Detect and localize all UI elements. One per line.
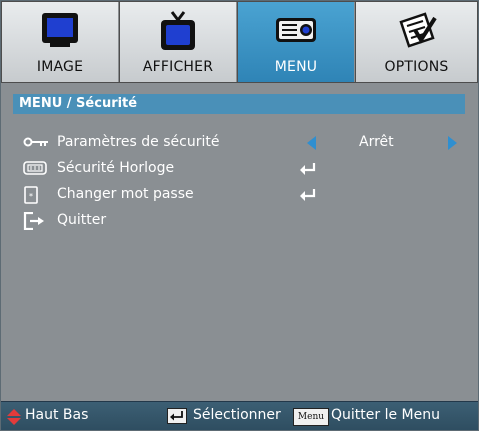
projector-icon <box>273 10 319 54</box>
svg-text:*: * <box>29 192 33 201</box>
monitor-icon <box>40 10 80 54</box>
tab-bar: IMAGE AFFICHER MENU OPTIONS <box>1 1 478 83</box>
arrow-right-icon[interactable] <box>447 135 457 154</box>
change-password-label: Changer mot passe <box>57 186 194 202</box>
menu-key-icon: Menu <box>293 408 329 426</box>
enter-key-icon <box>167 408 187 424</box>
security-timer-label: Sécurité Horloge <box>57 160 175 176</box>
footer-help-bar: Haut Bas Sélectionner Menu Quitter le Me… <box>1 401 478 430</box>
key-icon <box>23 134 49 153</box>
tv-icon <box>158 10 198 56</box>
security-settings-label: Paramètres de sécurité <box>57 134 220 150</box>
up-down-arrows-icon <box>7 409 21 425</box>
footer-quit-label: Quitter le Menu <box>331 407 440 423</box>
tab-afficher[interactable]: AFFICHER <box>120 2 237 82</box>
tab-options[interactable]: OPTIONS <box>356 2 477 82</box>
tab-menu-label: MENU <box>274 59 318 75</box>
menu-item-quit[interactable]: Quitter <box>23 210 463 231</box>
menu-item-change-password[interactable]: * Changer mot passe <box>23 184 463 204</box>
checklist-icon <box>395 10 439 56</box>
breadcrumb: MENU / Sécurité <box>13 94 465 114</box>
tab-image[interactable]: IMAGE <box>2 2 119 82</box>
menu-item-security-timer[interactable]: Sécurité Horloge <box>23 158 463 178</box>
enter-icon[interactable] <box>299 187 317 206</box>
tab-image-label: IMAGE <box>36 59 84 75</box>
enter-icon[interactable] <box>299 161 317 180</box>
arrow-left-icon[interactable] <box>307 135 317 154</box>
footer-nav-label: Haut Bas <box>25 407 89 423</box>
tab-afficher-label: AFFICHER <box>142 59 214 75</box>
quit-label: Quitter <box>57 212 107 228</box>
clock-display-icon <box>23 160 47 179</box>
exit-door-icon <box>23 211 45 234</box>
security-settings-value: Arrêt <box>359 134 394 150</box>
projector-osd-window: IMAGE AFFICHER MENU OPTIONS MENU / Sécur… <box>0 0 479 431</box>
tab-options-label: OPTIONS <box>384 59 449 75</box>
password-card-icon: * <box>23 186 39 208</box>
menu-item-security-settings[interactable]: Paramètres de sécurité Arrêt <box>23 132 463 152</box>
tab-menu[interactable]: MENU <box>238 2 355 82</box>
footer-select-label: Sélectionner <box>193 407 281 423</box>
